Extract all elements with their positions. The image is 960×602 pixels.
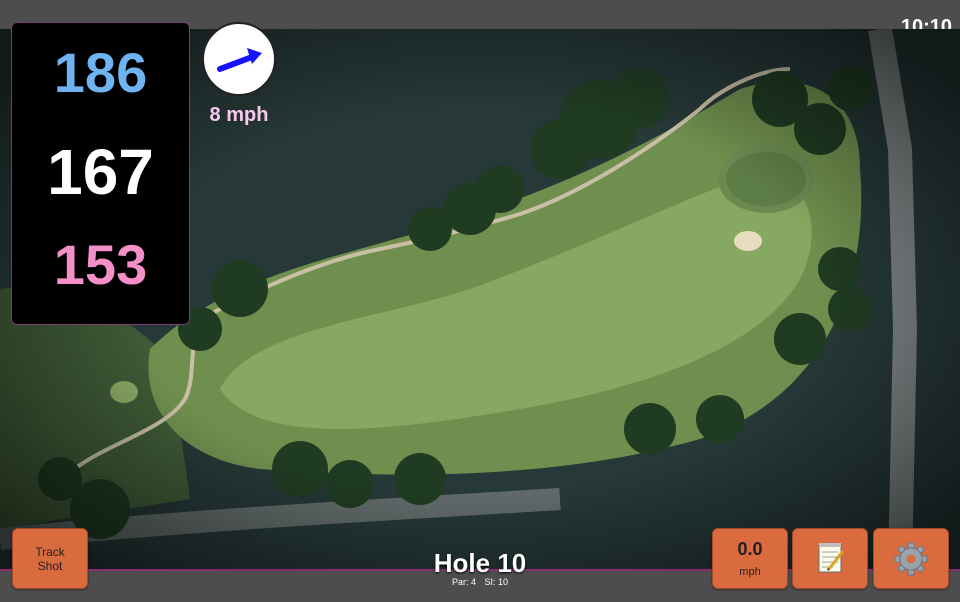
- hole-title: Hole 10: [433, 548, 527, 578]
- wind-speed: 8 mph: [209, 104, 269, 126]
- track-shot-label-2: Shot: [37, 559, 63, 573]
- wind-indicator: [202, 22, 276, 96]
- speed-value: 0.0: [737, 539, 763, 559]
- track-shot-button[interactable]: Track Shot: [12, 528, 88, 589]
- speed-button[interactable]: 0.0 mph: [712, 528, 788, 589]
- gear-icon: [894, 542, 928, 576]
- distance-panel: 186 167 153: [11, 22, 190, 325]
- speed-unit: mph: [739, 566, 761, 578]
- settings-button[interactable]: [873, 528, 949, 589]
- hole-info: Par: 4 SI: 10: [380, 577, 580, 587]
- hole-par: Par: 4: [451, 577, 476, 587]
- distance-back: 186: [53, 41, 148, 104]
- distance-middle: 167: [47, 136, 154, 208]
- distance-front: 153: [53, 233, 148, 296]
- notepad-icon: [818, 543, 845, 573]
- notes-button[interactable]: [792, 528, 868, 589]
- arrow-right-icon: [217, 48, 262, 72]
- hole-si: SI: 10: [484, 577, 509, 587]
- track-shot-label-1: Track: [35, 545, 65, 559]
